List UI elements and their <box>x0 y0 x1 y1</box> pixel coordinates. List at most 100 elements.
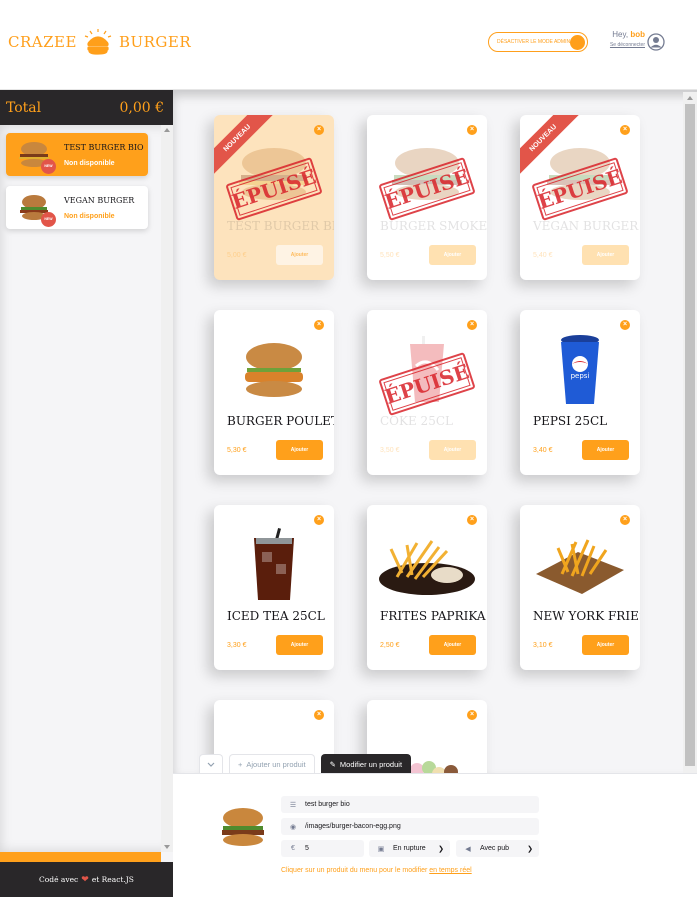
menu-card[interactable]: × ÉPUISÉ BURGER SMOKE BBQ 5,50 € Ajouter <box>367 115 487 280</box>
delete-icon[interactable]: × <box>314 515 324 525</box>
heart-icon: ❤ <box>81 874 89 885</box>
add-button[interactable]: Ajouter <box>429 440 476 460</box>
product-price: 3,30 € <box>227 642 247 649</box>
collapse-tab[interactable] <box>199 754 223 774</box>
basket-item-image: NEW <box>14 193 56 227</box>
stock-select-value: En rupture <box>393 845 426 852</box>
logout-link[interactable]: Se déconnecter <box>603 42 645 48</box>
new-badge: NEW <box>41 211 56 227</box>
username: bob <box>630 30 645 39</box>
tab-edit-label: Modifier un produit <box>339 760 403 769</box>
add-button[interactable]: Ajouter <box>582 245 629 265</box>
product-price: 5,00 € <box>227 252 247 259</box>
menu-card[interactable]: NOUVEAU × ÉPUISÉ VEGAN BURGER 5,40 € Ajo… <box>520 115 640 280</box>
add-button[interactable]: Ajouter <box>582 440 629 460</box>
chevron-down-icon: ❯ <box>438 845 444 853</box>
basket-bottom-strip <box>0 852 161 862</box>
add-button[interactable]: Ajouter <box>429 635 476 655</box>
basket-item-status: Non disponible <box>64 212 115 220</box>
megaphone-icon: ◀ <box>465 845 471 853</box>
stock-select[interactable]: ▣ En rupture ❯ <box>369 840 450 857</box>
user-avatar-icon[interactable] <box>647 33 665 51</box>
product-price: 5,50 € <box>380 252 400 259</box>
name-field[interactable]: ☰ test burger bio <box>281 796 539 813</box>
footer-suffix: et React.JS <box>91 875 134 884</box>
product-title: ICED TEA 25CL <box>227 609 325 623</box>
product-title: NEW YORK FRIES <box>533 609 640 623</box>
scroll-down-arrow-icon[interactable] <box>164 845 170 849</box>
add-button[interactable]: Ajouter <box>582 635 629 655</box>
delete-icon[interactable]: × <box>314 710 324 720</box>
product-image <box>377 530 477 600</box>
admin-tabs: + Ajouter un produit ✎ Modifier un produ… <box>199 754 412 774</box>
basket-item[interactable]: NEW VEGAN BURGER Non disponible <box>6 186 148 229</box>
delete-icon[interactable]: × <box>620 320 630 330</box>
basket-item-name: TEST BURGER BIO <box>64 142 144 152</box>
product-title: FRITES PAPRIKA <box>380 609 486 623</box>
product-price: 5,30 € <box>227 447 247 454</box>
menu-scrollbar[interactable] <box>683 92 697 773</box>
delete-icon[interactable]: × <box>314 320 324 330</box>
camera-icon: ◉ <box>289 823 297 831</box>
logo[interactable]: CRAZEE BURGER <box>8 26 191 58</box>
delete-icon[interactable]: × <box>467 320 477 330</box>
basket-scrollbar[interactable] <box>161 125 173 852</box>
menu-card[interactable]: × BURGER POULET 5,30 € Ajouter <box>214 310 334 475</box>
delete-icon[interactable]: × <box>467 515 477 525</box>
chicken-burger-image-icon <box>245 343 303 397</box>
delete-icon[interactable]: × <box>467 125 477 135</box>
delete-icon[interactable]: × <box>467 710 477 720</box>
product-price: 3,50 € <box>380 447 400 454</box>
chevron-down-icon: ❯ <box>527 845 533 853</box>
menu-card[interactable]: × ICED TEA 25CL 3,30 € Ajouter <box>214 505 334 670</box>
menu-card[interactable]: × NEW YORK FRIES 3,10 € Ajouter <box>520 505 640 670</box>
tab-add-product[interactable]: + Ajouter un produit <box>229 754 315 774</box>
box-icon: ▣ <box>377 845 385 853</box>
greeting: Hey, bob <box>603 30 645 39</box>
delete-icon[interactable]: × <box>620 125 630 135</box>
basket-total-bar: Total 0,00 € <box>0 90 173 125</box>
add-button[interactable]: Ajouter <box>429 245 476 265</box>
edit-hint: Cliquer sur un produit du menu pour le m… <box>281 867 472 874</box>
image-url-field[interactable]: ◉ /images/burger-bacon-egg.png <box>281 818 539 835</box>
basket-footer: Codé avec ❤ et React.JS <box>0 862 173 897</box>
iced-tea-image-icon <box>254 528 294 600</box>
advertising-select-value: Avec pub <box>480 845 510 852</box>
advertising-select[interactable]: ◀ Avec pub ❯ <box>456 840 539 857</box>
logo-text-left: CRAZEE <box>8 33 77 51</box>
delete-icon[interactable]: × <box>620 515 630 525</box>
burger-icon: ☰ <box>289 801 297 809</box>
menu-area: NOUVEAU × ÉPUISÉ TEST BURGER BIO 5,00 € … <box>173 90 697 773</box>
scroll-up-arrow-icon[interactable] <box>687 96 693 100</box>
burger-logo-icon <box>84 29 112 55</box>
image-url-value: /images/burger-bacon-egg.png <box>305 823 401 830</box>
fries-plate-image-icon <box>379 540 475 595</box>
product-preview-image <box>222 808 264 846</box>
basket-item-status: Non disponible <box>64 159 115 167</box>
add-button[interactable]: Ajouter <box>276 440 323 460</box>
tab-add-label: Ajouter un produit <box>246 760 306 769</box>
add-button[interactable]: Ajouter <box>276 635 323 655</box>
basket-item[interactable]: NEW TEST BURGER BIO Non disponible <box>6 133 148 176</box>
menu-card[interactable]: NOUVEAU × ÉPUISÉ TEST BURGER BIO 5,00 € … <box>214 115 334 280</box>
menu-card[interactable]: × FRITES PAPRIKA 2,50 € Ajouter <box>367 505 487 670</box>
footer-prefix: Codé avec <box>39 875 79 884</box>
navbar: CRAZEE BURGER DÉSACTIVER LE MODE ADMIN H… <box>0 0 697 90</box>
hint-link: en temps réel <box>429 867 472 874</box>
product-title: VEGAN BURGER <box>533 219 639 233</box>
admin-mode-toggle[interactable]: DÉSACTIVER LE MODE ADMIN <box>488 32 588 52</box>
delete-icon[interactable]: × <box>314 125 324 135</box>
price-field[interactable]: € 5 <box>281 840 364 857</box>
scrollbar-thumb[interactable] <box>685 104 695 766</box>
product-title: BURGER POULET <box>227 414 334 428</box>
basket-item-name: VEGAN BURGER <box>64 195 135 205</box>
tab-edit-product[interactable]: ✎ Modifier un produit <box>320 754 412 774</box>
menu-card[interactable]: × ÉPUISÉ COKE 25CL 3,50 € Ajouter <box>367 310 487 475</box>
product-price: 3,40 € <box>533 447 553 454</box>
menu-card[interactable]: × pepsi PEPSI 25CL 3,40 € Ajouter <box>520 310 640 475</box>
basket-item-image: NEW <box>14 140 56 174</box>
add-button[interactable]: Ajouter <box>276 245 323 265</box>
plus-icon: + <box>238 760 243 769</box>
scroll-up-arrow-icon[interactable] <box>164 128 170 132</box>
product-price: 2,50 € <box>380 642 400 649</box>
